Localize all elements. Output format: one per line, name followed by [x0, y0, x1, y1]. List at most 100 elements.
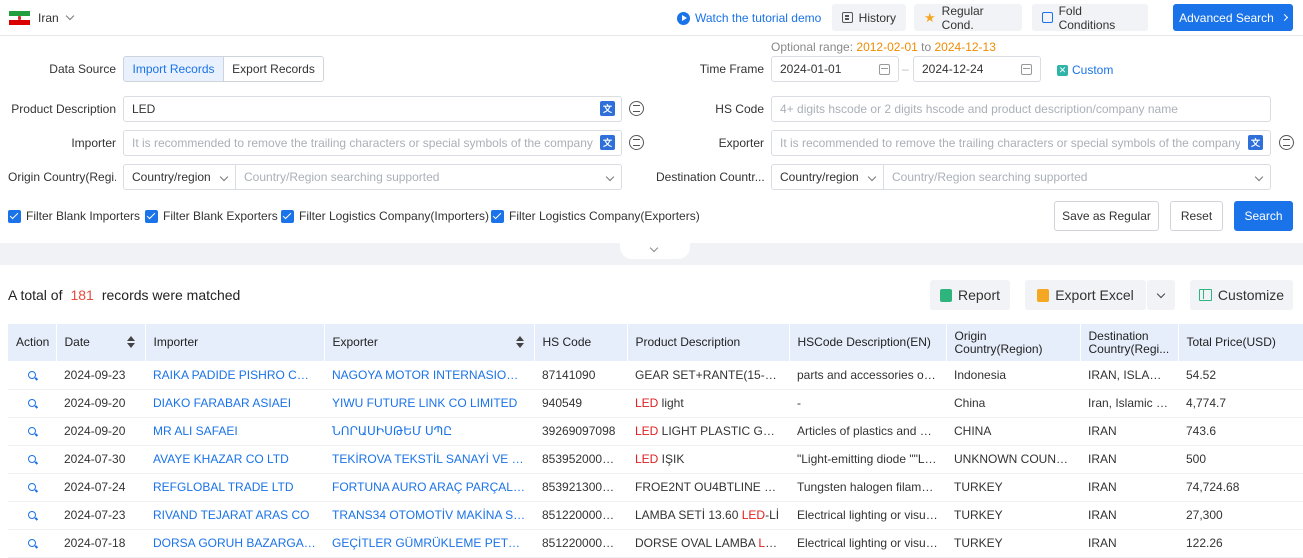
destination-country-select[interactable]: Country/region Country/Region searching …	[771, 164, 1271, 190]
synonym-icon[interactable]	[629, 101, 644, 116]
origin-country-search[interactable]: Country/Region searching supported	[236, 165, 621, 189]
row-action[interactable]	[8, 361, 56, 390]
checkbox-checked-icon[interactable]	[491, 209, 504, 223]
search-icon[interactable]	[28, 539, 36, 547]
checkbox-checked-icon[interactable]	[8, 209, 21, 223]
filter-blank-importers-checkbox[interactable]: Filter Blank Importers	[8, 209, 140, 223]
history-button[interactable]: History	[832, 4, 906, 31]
fold-conditions-button[interactable]: Fold Conditions	[1032, 4, 1148, 32]
filter-blank-exporters-checkbox[interactable]: Filter Blank Exporters	[145, 209, 278, 223]
column-header-product-description: Product Description	[627, 324, 790, 361]
tutorial-link[interactable]: Watch the tutorial demo	[677, 11, 821, 25]
product-description-input[interactable]: LED	[123, 96, 622, 122]
table-row[interactable]: 2024-07-24 REFGLOBAL TRADE LTD FORTUNA AUR…	[8, 473, 1303, 502]
column-header-origin-country: Origin Country(Region)	[946, 324, 1081, 361]
translate-icon[interactable]: 文	[600, 135, 615, 150]
cell-exporter-link[interactable]: YIWU FUTURE LINK CO LIMITED	[324, 389, 534, 418]
table-row[interactable]: 2024-09-20 MR ALI SAFAEI ՆՈՐԱՍԻՍԹԵՄ ՍՊԸ 392…	[8, 417, 1303, 446]
synonym-icon[interactable]	[629, 135, 644, 150]
cell-importer-link[interactable]: AVAYE KHAZAR CO LTD	[145, 445, 324, 474]
cell-total-price: 122.26	[1178, 529, 1303, 558]
advanced-search-button[interactable]: Advanced Search	[1173, 4, 1293, 31]
checkbox-checked-icon[interactable]	[145, 209, 158, 223]
customize-icon	[1198, 289, 1212, 301]
checkbox-checked-icon[interactable]	[281, 209, 294, 223]
end-date-input[interactable]: 2024-12-24	[913, 56, 1041, 82]
export-records-tab[interactable]: Export Records	[223, 56, 324, 82]
search-icon[interactable]	[28, 511, 36, 519]
exporter-input[interactable]: It is recommended to remove the trailing…	[771, 130, 1271, 156]
export-excel-button[interactable]: Export Excel	[1025, 280, 1146, 310]
customize-button[interactable]: Customize	[1190, 280, 1293, 310]
column-header-date[interactable]: Date	[56, 324, 146, 361]
report-icon	[939, 288, 952, 302]
cell-exporter-link[interactable]: NAGOYA MOTOR INTERNASIONAL	[324, 361, 534, 390]
cell-importer-link[interactable]: REFGLOBAL TRADE LTD	[145, 473, 324, 502]
sort-icon[interactable]	[515, 336, 524, 348]
destination-country-type-select[interactable]: Country/region	[772, 165, 884, 189]
regular-cond-button[interactable]: ★ Regular Cond.	[914, 4, 1022, 32]
cell-importer-link[interactable]: RAIKA PADIDE PISHRO CO LTD	[145, 361, 324, 390]
origin-country-select[interactable]: Country/region Country/Region searching …	[123, 164, 622, 190]
iran-flag-icon[interactable]	[9, 11, 30, 26]
start-date-input[interactable]: 2024-01-01	[771, 56, 899, 82]
importer-input[interactable]: It is recommended to remove the trailing…	[123, 130, 622, 156]
synonym-icon[interactable]	[1279, 135, 1294, 150]
cell-importer-link[interactable]: DORSA GORUH BAZARGAN IN...	[145, 529, 324, 558]
search-button[interactable]: Search	[1234, 201, 1293, 231]
translate-icon[interactable]: 文	[1248, 135, 1263, 150]
cell-importer-link[interactable]: DIAKO FARABAR ASIAEI	[145, 389, 324, 418]
import-records-tab[interactable]: Import Records	[123, 56, 224, 82]
filter-logistics-importers-checkbox[interactable]: Filter Logistics Company(Importers)	[281, 209, 489, 223]
cell-origin-country: CHINA	[946, 417, 1080, 446]
translate-icon[interactable]: 文	[600, 101, 615, 116]
cell-date: 2024-09-20	[56, 389, 145, 418]
export-excel-dropdown[interactable]	[1147, 280, 1175, 310]
reset-button[interactable]: Reset	[1170, 201, 1223, 231]
cell-total-price: 4,774.7	[1178, 389, 1303, 418]
filter-logistics-exporters-checkbox[interactable]: Filter Logistics Company(Exporters)	[491, 209, 700, 223]
column-header-exporter[interactable]: Exporter	[324, 324, 535, 361]
cell-exporter-link[interactable]: FORTUNA AURO ARAÇ PARÇALARI S...	[324, 473, 534, 502]
custom-date-button[interactable]: ✕ Custom	[1057, 63, 1113, 77]
cell-importer-link[interactable]: MR ALI SAFAEI	[145, 417, 324, 446]
destination-country-search[interactable]: Country/Region searching supported	[884, 165, 1270, 189]
row-action[interactable]	[8, 529, 56, 558]
cell-hscode-description: Tungsten halogen filament...	[789, 473, 946, 502]
cell-hs-code: 87141090	[534, 361, 627, 390]
cell-importer-link[interactable]: RIVAND TEJARAT ARAS CO	[145, 501, 324, 530]
cell-origin-country: TURKEY	[946, 501, 1080, 530]
row-action[interactable]	[8, 445, 56, 474]
table-row[interactable]: 2024-09-20 DIAKO FARABAR ASIAEI YIWU FUTUR…	[8, 389, 1303, 418]
save-as-regular-button[interactable]: Save as Regular	[1054, 201, 1159, 231]
search-icon[interactable]	[28, 370, 36, 379]
sort-icon[interactable]	[126, 336, 135, 348]
row-action[interactable]	[8, 501, 56, 530]
row-action[interactable]	[8, 417, 56, 446]
cell-exporter-link[interactable]: TRANS34 OTOMOTİV MAKİNA SANA...	[324, 501, 534, 530]
row-action[interactable]	[8, 473, 56, 502]
search-icon[interactable]	[28, 455, 36, 463]
search-icon[interactable]	[28, 427, 36, 435]
column-header-hs-code: HS Code	[534, 324, 628, 361]
hs-code-input[interactable]: 4+ digits hscode or 2 digits hscode and …	[771, 96, 1271, 122]
cell-date: 2024-07-23	[56, 501, 145, 530]
origin-country-type-select[interactable]: Country/region	[124, 165, 236, 189]
table-row[interactable]: 2024-07-23 RIVAND TEJARAT ARAS CO TRANS34 …	[8, 501, 1303, 530]
cell-exporter-link[interactable]: ՆՈՐԱՍԻՍԹԵՄ ՍՊԸ	[324, 417, 534, 446]
search-icon[interactable]	[28, 399, 36, 407]
optional-range: Optional range: 2012-02-01 to 2024-12-13	[771, 40, 996, 54]
table-row[interactable]: 2024-07-30 AVAYE KHAZAR CO LTD TEKİROVA TE…	[8, 445, 1303, 474]
table-row[interactable]: 2024-09-23 RAIKA PADIDE PISHRO CO LTD NAGO…	[8, 361, 1303, 390]
table-header-row: Action Date Importer Exporter HS Code Pr…	[8, 324, 1303, 361]
report-button[interactable]: Report	[930, 280, 1010, 310]
column-header-total-price: Total Price(USD)	[1178, 324, 1303, 361]
chevron-down-icon[interactable]	[65, 11, 75, 21]
table-row[interactable]: 2024-07-18 DORSA GORUH BAZARGAN IN... GEÇİ…	[8, 529, 1303, 558]
cell-exporter-link[interactable]: TEKİROVA TEKSTİL SANAYİ VE DIŞ T...	[324, 445, 534, 474]
row-action[interactable]	[8, 389, 56, 418]
search-icon[interactable]	[28, 483, 36, 491]
country-selector[interactable]: Iran	[38, 11, 59, 25]
cell-exporter-link[interactable]: GEÇİTLER GÜMRÜKLEME PETROL Ü...	[324, 529, 534, 558]
cell-product-description: GEAR SET+RANTE(15-45T/...	[627, 361, 789, 390]
